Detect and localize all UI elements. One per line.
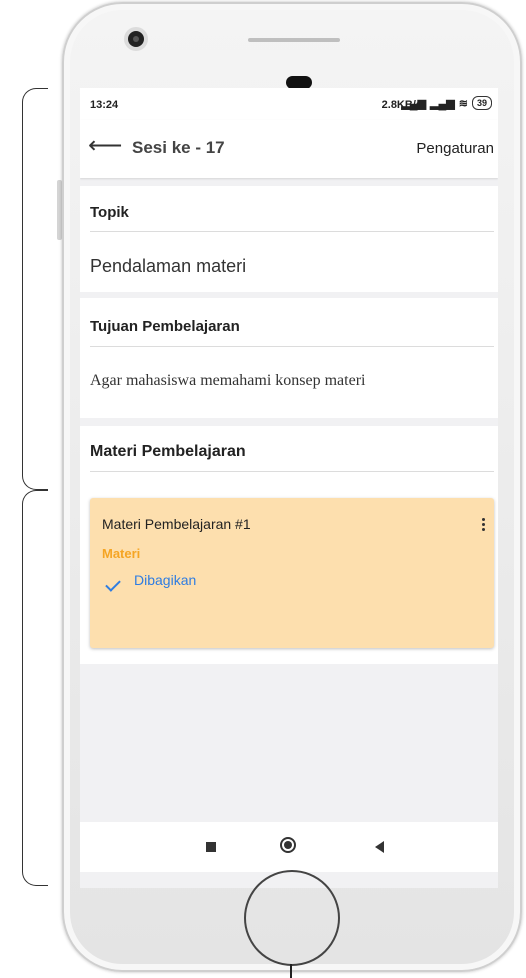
android-nav-bar bbox=[80, 822, 498, 872]
material-status: Dibagikan bbox=[134, 572, 197, 588]
topic-heading: Topik bbox=[90, 204, 129, 221]
material-card[interactable]: Materi Pembelajaran #1 Materi Dibagikan bbox=[90, 498, 494, 648]
page-title: Sesi ke - 17 bbox=[132, 138, 225, 157]
objective-section: Tujuan Pembelajaran Agar mahasiswa memah… bbox=[80, 298, 498, 418]
divider bbox=[90, 471, 494, 472]
more-vertical-icon[interactable] bbox=[482, 518, 486, 533]
phone-home-button bbox=[244, 870, 340, 966]
recent-apps-icon[interactable] bbox=[206, 842, 216, 852]
settings-button[interactable]: Pengaturan bbox=[416, 140, 494, 157]
topic-value: Pendalaman materi bbox=[90, 256, 247, 276]
home-nav-icon[interactable] bbox=[280, 837, 296, 853]
materials-heading: Materi Pembelajaran bbox=[90, 443, 246, 460]
annotation-pointer bbox=[290, 964, 292, 978]
divider bbox=[90, 231, 494, 232]
material-name: Materi Pembelajaran #1 bbox=[102, 516, 251, 532]
status-icons: ▂▄▆ ▂▄▆ ≋ 39 bbox=[401, 96, 492, 110]
objective-value: Agar mahasiswa memahami konsep materi bbox=[90, 372, 366, 389]
app-bar: ⟵ Sesi ke - 17 Pengaturan bbox=[80, 120, 498, 178]
back-nav-icon[interactable] bbox=[375, 841, 384, 853]
annotation-bracket-top bbox=[22, 88, 48, 490]
front-camera bbox=[128, 31, 144, 47]
wifi-icon: ≋ bbox=[458, 97, 468, 110]
annotation-bracket-bottom bbox=[22, 490, 48, 886]
signal-icon: ▂▄▆ bbox=[430, 97, 455, 110]
back-arrow-icon[interactable]: ⟵ bbox=[88, 134, 122, 158]
status-time: 13:24 bbox=[90, 99, 119, 111]
material-type: Materi bbox=[102, 546, 141, 561]
objective-heading: Tujuan Pembelajaran bbox=[90, 318, 240, 335]
divider bbox=[90, 346, 494, 347]
topic-section: Topik Pendalaman materi bbox=[80, 186, 498, 292]
battery-icon: 39 bbox=[471, 96, 492, 110]
check-icon bbox=[105, 576, 121, 592]
status-bar: 13:24 2.8KB/s ▂▄▆ ▂▄▆ ≋ 39 bbox=[80, 88, 498, 120]
phone-screen: 13:24 2.8KB/s ▂▄▆ ▂▄▆ ≋ 39 ⟵ Sesi ke - 1… bbox=[80, 88, 498, 888]
signal-icon: ▂▄▆ bbox=[401, 97, 427, 110]
earpiece-speaker bbox=[248, 38, 340, 42]
